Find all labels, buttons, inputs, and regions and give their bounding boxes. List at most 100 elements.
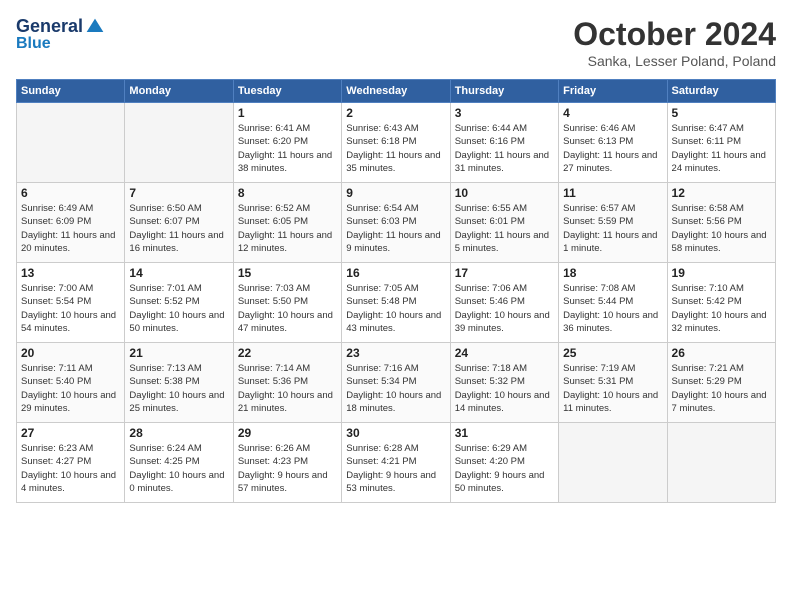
calendar-day-cell: 4Sunrise: 6:46 AMSunset: 6:13 PMDaylight… (559, 103, 667, 183)
day-info: Sunrise: 6:43 AMSunset: 6:18 PMDaylight:… (346, 122, 445, 175)
calendar-day-cell: 27 Sunrise: 6:23 AMSunset: 4:27 PMDayligh… (17, 423, 125, 503)
month-title: October 2024 (573, 16, 776, 53)
calendar-day-cell (17, 103, 125, 183)
day-number: 2 (346, 106, 445, 120)
calendar-day-cell: 8Sunrise: 6:52 AMSunset: 6:05 PMDaylight… (233, 183, 341, 263)
calendar-day-cell: 9 Sunrise: 6:54 AMSunset: 6:03 PMDaylight… (342, 183, 450, 263)
day-number: 23 (346, 346, 445, 360)
day-number: 20 (21, 346, 120, 360)
day-number: 1 (238, 106, 337, 120)
day-number: 7 (129, 186, 228, 200)
calendar-day-cell: 11 Sunrise: 6:57 AMSunset: 5:59 PMDayligh… (559, 183, 667, 263)
logo: General Blue (16, 16, 105, 53)
day-number: 14 (129, 266, 228, 280)
weekday-header-cell: Thursday (450, 80, 558, 103)
calendar-day-cell: 13 Sunrise: 7:00 AMSunset: 5:54 PMDayligh… (17, 263, 125, 343)
calendar-day-cell: 2 Sunrise: 6:43 AMSunset: 6:18 PMDaylight… (342, 103, 450, 183)
location: Sanka, Lesser Poland, Poland (573, 53, 776, 69)
calendar-week-row: 6Sunrise: 6:49 AMSunset: 6:09 PMDaylight… (17, 183, 776, 263)
day-info: Sunrise: 7:10 AMSunset: 5:42 PMDaylight:… (672, 282, 771, 335)
calendar-day-cell: 6Sunrise: 6:49 AMSunset: 6:09 PMDaylight… (17, 183, 125, 263)
calendar-day-cell: 19Sunrise: 7:10 AMSunset: 5:42 PMDayligh… (667, 263, 775, 343)
weekday-header-cell: Tuesday (233, 80, 341, 103)
calendar-day-cell: 30 Sunrise: 6:28 AMSunset: 4:21 PMDayligh… (342, 423, 450, 503)
day-number: 10 (455, 186, 554, 200)
day-info: Sunrise: 7:06 AMSunset: 5:46 PMDaylight:… (455, 282, 554, 335)
day-number: 27 (21, 426, 120, 440)
day-info: Sunrise: 7:01 AMSunset: 5:52 PMDaylight:… (129, 282, 228, 335)
calendar-day-cell: 14 Sunrise: 7:01 AMSunset: 5:52 PMDayligh… (125, 263, 233, 343)
day-number: 13 (21, 266, 120, 280)
day-info: Sunrise: 7:21 AMSunset: 5:29 PMDaylight:… (672, 362, 771, 415)
calendar-day-cell: 26 Sunrise: 7:21 AMSunset: 5:29 PMDayligh… (667, 343, 775, 423)
day-number: 21 (129, 346, 228, 360)
day-info: Sunrise: 7:08 AMSunset: 5:44 PMDaylight:… (563, 282, 662, 335)
day-info: Sunrise: 6:23 AMSunset: 4:27 PMDaylight:… (21, 442, 120, 495)
day-number: 3 (455, 106, 554, 120)
calendar-day-cell: 24Sunrise: 7:18 AMSunset: 5:32 PMDayligh… (450, 343, 558, 423)
day-number: 29 (238, 426, 337, 440)
day-info: Sunrise: 6:54 AMSunset: 6:03 PMDaylight:… (346, 202, 445, 255)
calendar-day-cell: 25 Sunrise: 7:19 AMSunset: 5:31 PMDayligh… (559, 343, 667, 423)
day-info: Sunrise: 6:58 AMSunset: 5:56 PMDaylight:… (672, 202, 771, 255)
day-info: Sunrise: 6:55 AMSunset: 6:01 PMDaylight:… (455, 202, 554, 255)
calendar-day-cell: 3 Sunrise: 6:44 AMSunset: 6:16 PMDaylight… (450, 103, 558, 183)
calendar-day-cell (667, 423, 775, 503)
day-info: Sunrise: 6:44 AMSunset: 6:16 PMDaylight:… (455, 122, 554, 175)
weekday-header-cell: Wednesday (342, 80, 450, 103)
day-info: Sunrise: 7:19 AMSunset: 5:31 PMDaylight:… (563, 362, 662, 415)
weekday-header-cell: Saturday (667, 80, 775, 103)
calendar-week-row: 27 Sunrise: 6:23 AMSunset: 4:27 PMDayligh… (17, 423, 776, 503)
calendar-day-cell: 12Sunrise: 6:58 AMSunset: 5:56 PMDayligh… (667, 183, 775, 263)
day-info: Sunrise: 7:14 AMSunset: 5:36 PMDaylight:… (238, 362, 337, 415)
day-number: 25 (563, 346, 662, 360)
day-number: 11 (563, 186, 662, 200)
logo-general: General (16, 16, 83, 37)
calendar-week-row: 1 Sunrise: 6:41 AMSunset: 6:20 PMDaylight… (17, 103, 776, 183)
day-info: Sunrise: 6:50 AMSunset: 6:07 PMDaylight:… (129, 202, 228, 255)
calendar-day-cell: 23 Sunrise: 7:16 AMSunset: 5:34 PMDayligh… (342, 343, 450, 423)
calendar-day-cell: 7 Sunrise: 6:50 AMSunset: 6:07 PMDaylight… (125, 183, 233, 263)
logo-icon (85, 17, 105, 37)
day-info: Sunrise: 7:00 AMSunset: 5:54 PMDaylight:… (21, 282, 120, 335)
day-number: 16 (346, 266, 445, 280)
day-info: Sunrise: 6:41 AMSunset: 6:20 PMDaylight:… (238, 122, 337, 175)
day-info: Sunrise: 7:18 AMSunset: 5:32 PMDaylight:… (455, 362, 554, 415)
day-info: Sunrise: 6:49 AMSunset: 6:09 PMDaylight:… (21, 202, 120, 255)
day-number: 9 (346, 186, 445, 200)
day-info: Sunrise: 6:52 AMSunset: 6:05 PMDaylight:… (238, 202, 337, 255)
calendar-body: 1 Sunrise: 6:41 AMSunset: 6:20 PMDaylight… (17, 103, 776, 503)
day-number: 30 (346, 426, 445, 440)
day-info: Sunrise: 6:28 AMSunset: 4:21 PMDaylight:… (346, 442, 445, 495)
day-number: 26 (672, 346, 771, 360)
header: General Blue October 2024 Sanka, Lesser … (16, 16, 776, 69)
day-number: 28 (129, 426, 228, 440)
calendar-day-cell: 28 Sunrise: 6:24 AMSunset: 4:25 PMDayligh… (125, 423, 233, 503)
day-info: Sunrise: 7:11 AMSunset: 5:40 PMDaylight:… (21, 362, 120, 415)
day-info: Sunrise: 6:24 AMSunset: 4:25 PMDaylight:… (129, 442, 228, 495)
day-info: Sunrise: 6:57 AMSunset: 5:59 PMDaylight:… (563, 202, 662, 255)
calendar-day-cell: 20 Sunrise: 7:11 AMSunset: 5:40 PMDayligh… (17, 343, 125, 423)
calendar-day-cell: 21 Sunrise: 7:13 AMSunset: 5:38 PMDayligh… (125, 343, 233, 423)
logo-blue: Blue (16, 35, 51, 53)
calendar-day-cell: 17 Sunrise: 7:06 AMSunset: 5:46 PMDayligh… (450, 263, 558, 343)
day-info: Sunrise: 6:47 AMSunset: 6:11 PMDaylight:… (672, 122, 771, 175)
calendar-day-cell: 5 Sunrise: 6:47 AMSunset: 6:11 PMDaylight… (667, 103, 775, 183)
day-info: Sunrise: 7:05 AMSunset: 5:48 PMDaylight:… (346, 282, 445, 335)
day-info: Sunrise: 7:16 AMSunset: 5:34 PMDaylight:… (346, 362, 445, 415)
day-number: 4 (563, 106, 662, 120)
day-number: 17 (455, 266, 554, 280)
weekday-header-cell: Monday (125, 80, 233, 103)
day-info: Sunrise: 7:13 AMSunset: 5:38 PMDaylight:… (129, 362, 228, 415)
day-number: 22 (238, 346, 337, 360)
calendar-day-cell: 18Sunrise: 7:08 AMSunset: 5:44 PMDayligh… (559, 263, 667, 343)
day-info: Sunrise: 6:29 AMSunset: 4:20 PMDaylight:… (455, 442, 554, 495)
calendar-day-cell: 15Sunrise: 7:03 AMSunset: 5:50 PMDayligh… (233, 263, 341, 343)
calendar-day-cell: 1 Sunrise: 6:41 AMSunset: 6:20 PMDaylight… (233, 103, 341, 183)
calendar-day-cell: 31Sunrise: 6:29 AMSunset: 4:20 PMDayligh… (450, 423, 558, 503)
weekday-header-cell: Friday (559, 80, 667, 103)
calendar-day-cell: 22 Sunrise: 7:14 AMSunset: 5:36 PMDayligh… (233, 343, 341, 423)
day-number: 5 (672, 106, 771, 120)
calendar-week-row: 20 Sunrise: 7:11 AMSunset: 5:40 PMDayligh… (17, 343, 776, 423)
day-number: 15 (238, 266, 337, 280)
